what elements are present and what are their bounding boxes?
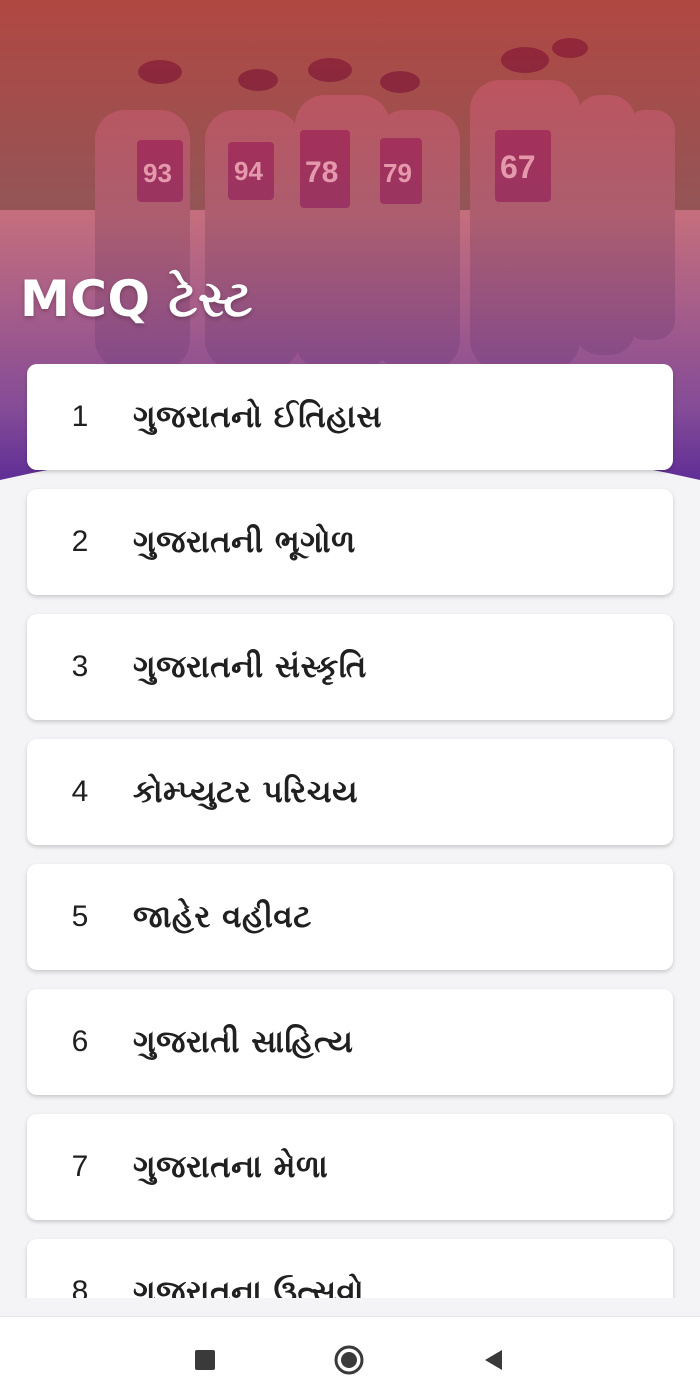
page-title: MCQ ટેસ્ટ	[20, 270, 253, 328]
item-number: 2	[71, 525, 89, 558]
item-number: 7	[71, 1150, 89, 1183]
home-circle-icon[interactable]	[334, 1345, 364, 1375]
item-label: કોમ્પ્યુટર પરિચય	[133, 773, 358, 810]
item-label: ગુજરાતની સંસ્કૃતિ	[133, 648, 367, 685]
item-label: જાહેર વહીવટ	[133, 898, 312, 935]
item-label: ગુજરાતનો ઈતિહાસ	[133, 398, 383, 435]
item-label: ગુજરાતની ભૂગોળ	[133, 523, 356, 560]
item-number: 8	[71, 1275, 89, 1298]
list-item[interactable]: 5 જાહેર વહીવટ	[27, 864, 673, 970]
list-item[interactable]: 3 ગુજરાતની સંસ્કૃતિ	[27, 614, 673, 720]
recents-square-icon[interactable]	[190, 1345, 220, 1375]
item-label: ગુજરાતના ઉત્સવો	[133, 1273, 365, 1299]
item-number: 1	[71, 400, 89, 433]
list-item[interactable]: 4 કોમ્પ્યુટર પરિચય	[27, 739, 673, 845]
item-label: ગુજરાતી સાહિત્ય	[133, 1023, 354, 1060]
item-label: ગુજરાતના મેળા	[133, 1148, 329, 1185]
item-number: 5	[71, 900, 89, 933]
list-item[interactable]: 6 ગુજરાતી સાહિત્ય	[27, 989, 673, 1095]
topic-list: 1 ગુજરાતનો ઈતિહાસ 2 ગુજરાતની ભૂગોળ 3 ગુજ…	[0, 364, 700, 1298]
list-item[interactable]: 8 ગુજરાતના ઉત્સવો	[27, 1239, 673, 1298]
list-item[interactable]: 1 ગુજરાતનો ઈતિહાસ	[27, 364, 673, 470]
item-number: 6	[71, 1025, 89, 1058]
item-number: 3	[71, 650, 89, 683]
item-number: 4	[71, 775, 89, 808]
list-item[interactable]: 7 ગુજરાતના મેળા	[27, 1114, 673, 1220]
back-triangle-icon[interactable]	[478, 1345, 508, 1375]
system-navigation-bar	[0, 1316, 700, 1400]
list-item[interactable]: 2 ગુજરાતની ભૂગોળ	[27, 489, 673, 595]
